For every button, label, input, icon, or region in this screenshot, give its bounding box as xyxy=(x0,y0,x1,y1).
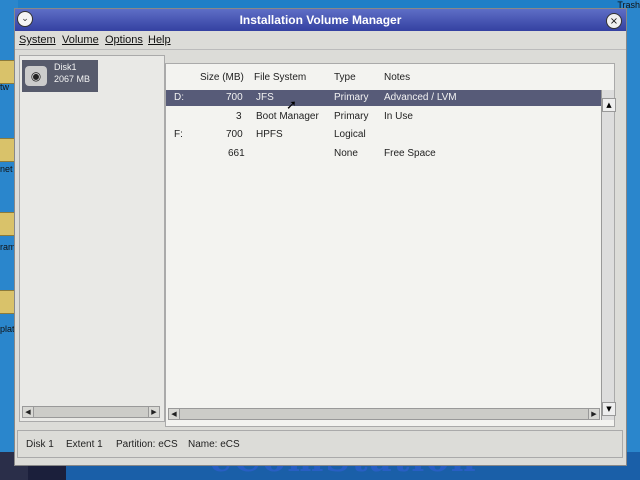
cell-type: Logical xyxy=(334,129,366,140)
cell-notes: Advanced / LVM xyxy=(384,92,457,103)
scroll-right-icon[interactable]: ▶ xyxy=(588,409,599,419)
cell-size: 700 xyxy=(226,129,243,140)
desktop-folder-icon[interactable] xyxy=(0,138,15,162)
desktop-folder-icon[interactable] xyxy=(0,290,15,314)
status-extent: Extent 1 xyxy=(66,439,103,450)
cell-type: Primary xyxy=(334,111,369,122)
header-notes[interactable]: Notes xyxy=(384,72,410,83)
scroll-right-icon[interactable]: ▶ xyxy=(148,407,159,417)
cell-file-system: JFS xyxy=(256,92,274,103)
scroll-left-icon[interactable]: ◀ xyxy=(23,407,34,417)
desktop-icon-label: tw xyxy=(0,82,9,92)
header-file-system[interactable]: File System xyxy=(254,72,306,83)
menu-volume[interactable]: Volume xyxy=(62,34,99,46)
disk-item[interactable]: ◉ Disk1 2067 MB xyxy=(22,60,98,92)
scroll-left-icon[interactable]: ◀ xyxy=(169,409,180,419)
cell-notes: Free Space xyxy=(384,148,436,159)
table-row[interactable]: 3 Boot Manager Primary In Use xyxy=(166,109,602,125)
disk-list-hscrollbar[interactable]: ◀ ▶ xyxy=(22,406,160,418)
table-row[interactable]: D: 700 JFS Primary Advanced / LVM xyxy=(166,90,602,106)
cell-drive: D: xyxy=(174,92,184,103)
title-bar[interactable]: ⌄ Installation Volume Manager × xyxy=(15,9,626,31)
hard-disk-icon: ◉ xyxy=(25,66,47,86)
cell-drive: F: xyxy=(174,129,183,140)
cell-type: None xyxy=(334,148,358,159)
desktop-folder-icon[interactable] xyxy=(0,212,15,236)
header-size[interactable]: Size (MB) xyxy=(200,72,244,83)
table-row[interactable]: F: 700 HPFS Logical xyxy=(166,127,602,143)
window-title: Installation Volume Manager xyxy=(239,13,402,27)
cell-notes: In Use xyxy=(384,111,413,122)
disk-list-pane: ◉ Disk1 2067 MB ◀ ▶ xyxy=(19,55,165,422)
table-header: Size (MB) File System Type Notes xyxy=(166,64,606,88)
scroll-down-icon[interactable]: ▼ xyxy=(602,402,616,416)
table-vscrollbar[interactable]: ▲ ▼ xyxy=(601,90,616,420)
menu-bar: System Volume Options Help xyxy=(15,31,626,50)
status-name: Name: eCS xyxy=(188,439,240,450)
cell-size: 700 xyxy=(226,92,243,103)
status-disk: Disk 1 xyxy=(26,439,54,450)
menu-help[interactable]: Help xyxy=(148,34,171,46)
cell-size: 3 xyxy=(236,111,242,122)
table-row[interactable]: 661 None Free Space xyxy=(166,146,602,162)
partition-table-pane: Size (MB) File System Type Notes D: 700 … xyxy=(165,63,616,427)
table-hscrollbar[interactable]: ◀ ▶ xyxy=(168,408,600,420)
cell-file-system: HPFS xyxy=(256,129,283,140)
disk-name: Disk1 xyxy=(54,62,77,72)
mouse-pointer-icon: ➚ xyxy=(286,98,297,113)
status-bar: Disk 1 Extent 1 Partition: eCS Name: eCS xyxy=(17,430,623,458)
header-type[interactable]: Type xyxy=(334,72,356,83)
cell-size: 661 xyxy=(228,148,245,159)
status-partition: Partition: eCS xyxy=(116,439,178,450)
desktop-icon-label: net xyxy=(0,164,13,174)
desktop-folder-icon[interactable] xyxy=(0,60,15,84)
close-icon[interactable]: × xyxy=(606,13,622,29)
cell-type: Primary xyxy=(334,92,369,103)
disk-size: 2067 MB xyxy=(54,74,91,84)
menu-system[interactable]: System xyxy=(19,34,56,46)
scroll-up-icon[interactable]: ▲ xyxy=(602,98,616,112)
menu-options[interactable]: Options xyxy=(105,34,143,46)
volume-manager-window: ⌄ Installation Volume Manager × System V… xyxy=(14,8,627,466)
